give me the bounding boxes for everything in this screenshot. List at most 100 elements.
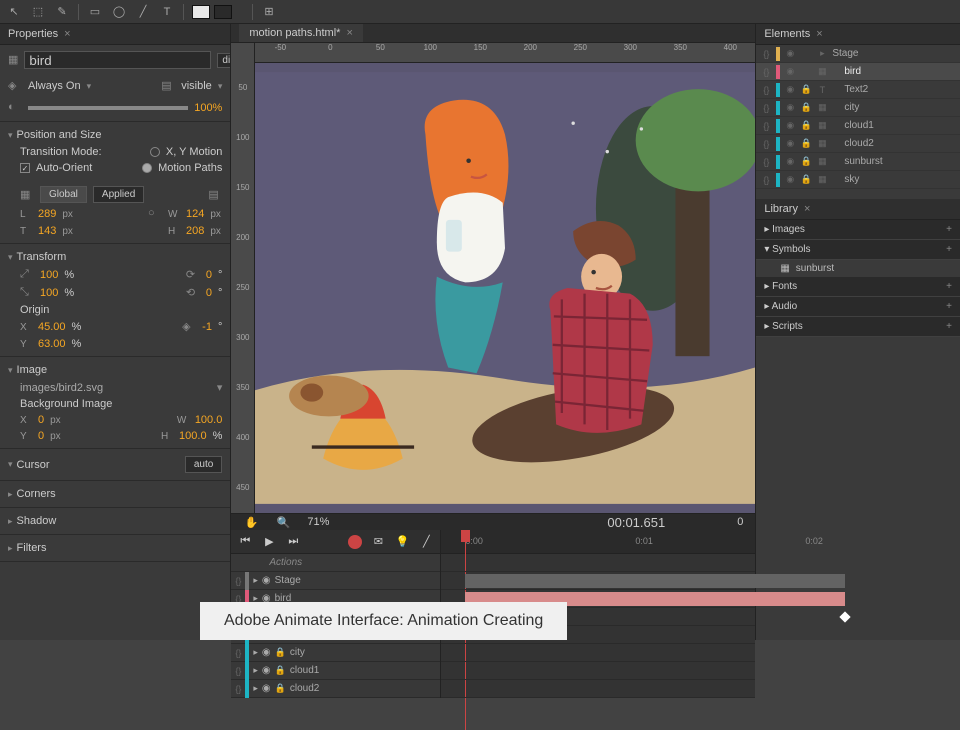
bg-x-value[interactable]: 0 <box>38 414 44 426</box>
transition-mode-label: Transition Mode: <box>20 146 102 158</box>
select-tool-icon[interactable]: ⬚ <box>30 4 46 20</box>
forward-icon[interactable]: ⏭ <box>285 534 301 550</box>
top-toolbar: ↖ ⬚ ✎ ▭ ◯ ╱ T ⊞ <box>0 0 960 24</box>
rotate-y-value[interactable]: 0 <box>206 287 212 299</box>
status-bar: ✋ 🔍 71% 00:01.651 0 <box>231 513 755 530</box>
image-path[interactable]: images/bird2.svg <box>20 382 103 394</box>
right-panels: Elements× {}◉▸Stage {}◉▦bird {}◉🔒TText2 … <box>755 24 960 640</box>
stage-track-bar[interactable] <box>465 574 845 588</box>
opacity-slider[interactable] <box>28 106 188 110</box>
properties-panel: Properties × ▦ div ▾ ◈ Always On ▾ ▤ vis… <box>0 24 231 640</box>
auto-orient-check[interactable]: ✓ <box>20 163 30 173</box>
tag-tool-icon[interactable]: ⊞ <box>261 4 277 20</box>
element-row[interactable]: {}◉🔒▦cloud2 <box>756 135 960 153</box>
shadow-header[interactable]: ▸Shadow <box>8 512 222 530</box>
record-button[interactable] <box>348 535 362 549</box>
zoom-tool-icon[interactable]: 🔍 <box>275 514 291 530</box>
cursor-header[interactable]: ▾Cursor auto <box>8 453 222 476</box>
transform-header[interactable]: ▾Transform <box>8 248 222 266</box>
element-name-input[interactable] <box>24 51 211 69</box>
ease-icon[interactable]: ╱ <box>418 534 434 550</box>
timeline-ruler[interactable]: 0:000:010:020:03 <box>441 530 755 554</box>
top-value[interactable]: 143 <box>38 225 56 237</box>
tab-motion-paths[interactable]: motion paths.html*× <box>239 24 363 42</box>
timeline-row[interactable]: {}▸◉🔒city <box>231 644 440 662</box>
rotate-y-icon: ⟲ <box>186 286 200 300</box>
timeline-row[interactable]: {}▸◉🔒cloud1 <box>231 662 440 680</box>
rewind-icon[interactable]: ⏮ <box>237 534 253 550</box>
skew-icon: ◈ <box>182 320 196 334</box>
close-icon[interactable]: × <box>804 203 810 215</box>
left-value[interactable]: 289 <box>38 208 56 220</box>
visibility-icon: ◈ <box>8 79 22 93</box>
image-header[interactable]: ▾Image <box>8 361 222 379</box>
library-section[interactable]: ▸ Images+ <box>756 220 960 240</box>
element-row[interactable]: {}◉🔒▦cloud1 <box>756 117 960 135</box>
pointer-tool-icon[interactable]: ↖ <box>6 4 22 20</box>
origin-x-value[interactable]: 45.00 <box>38 321 66 333</box>
rect-tool-icon[interactable]: ▭ <box>87 4 103 20</box>
timeline-controls: ⏮ ▶ ⏭ ✉ 💡 ╱ <box>231 530 440 554</box>
corners-header[interactable]: ▸Corners <box>8 485 222 503</box>
ellipse-tool-icon[interactable]: ◯ <box>111 4 127 20</box>
bg-image-label: Background Image <box>20 398 112 410</box>
global-button[interactable]: Global <box>40 186 87 203</box>
scale-y-value[interactable]: 100 <box>40 287 58 299</box>
cursor-auto-button[interactable]: auto <box>185 456 222 473</box>
element-row[interactable]: {}◉▸Stage <box>756 45 960 63</box>
pen-tool-icon[interactable]: ✎ <box>54 4 70 20</box>
element-row[interactable]: {}◉🔒TText2 <box>756 81 960 99</box>
motion-paths-radio[interactable] <box>142 163 152 173</box>
library-section[interactable]: ▸ Fonts+ <box>756 277 960 297</box>
origin-y-value[interactable]: 63.00 <box>38 338 66 350</box>
frame-display: 0 <box>737 516 743 528</box>
bg-y-value[interactable]: 0 <box>38 430 44 442</box>
mail-icon[interactable]: ✉ <box>370 534 386 550</box>
filters-header[interactable]: ▸Filters <box>8 539 222 557</box>
hand-tool-icon[interactable]: ✋ <box>243 514 259 530</box>
element-row[interactable]: {}◉▦bird <box>756 63 960 81</box>
library-section[interactable]: ▸ Scripts+ <box>756 317 960 337</box>
timeline-row[interactable]: {}▸◉Stage <box>231 572 440 590</box>
play-icon[interactable]: ▶ <box>261 534 277 550</box>
stroke-swatch[interactable] <box>214 5 232 19</box>
timeline-row[interactable]: {}▸◉🔒cloud2 <box>231 680 440 698</box>
close-icon[interactable]: × <box>816 28 822 40</box>
dropdown-icon[interactable]: ▾ <box>217 381 223 394</box>
library-section[interactable]: ▾ Symbols+ <box>756 240 960 260</box>
canvas-illustration <box>255 63 755 513</box>
bulb-icon[interactable]: 💡 <box>394 534 410 550</box>
element-type-select[interactable]: div <box>217 53 231 68</box>
rotate-icon: ⟳ <box>186 268 200 282</box>
text-tool-icon[interactable]: T <box>159 4 175 20</box>
align-icon[interactable]: ▤ <box>208 188 222 202</box>
canvas[interactable] <box>255 63 755 513</box>
height-value[interactable]: 208 <box>186 225 204 237</box>
xy-motion-radio[interactable] <box>150 147 160 157</box>
always-on-label: Always On <box>28 80 81 92</box>
opacity-value[interactable]: 100% <box>194 102 222 114</box>
zoom-value[interactable]: 71% <box>307 516 329 528</box>
link-icon[interactable]: ○ <box>148 207 162 221</box>
rotate-value[interactable]: 0 <box>206 269 212 281</box>
width-value[interactable]: 124 <box>186 208 204 220</box>
library-item[interactable]: ▦sunburst <box>756 260 960 277</box>
line-tool-icon[interactable]: ╱ <box>135 4 151 20</box>
bg-w-value[interactable]: 100.0 <box>195 414 223 426</box>
element-row[interactable]: {}◉🔒▦sunburst <box>756 153 960 171</box>
element-row[interactable]: {}◉🔒▦sky <box>756 171 960 189</box>
position-size-header[interactable]: ▾Position and Size <box>8 126 222 144</box>
element-row[interactable]: {}◉🔒▦city <box>756 99 960 117</box>
origin-label: Origin <box>20 304 49 316</box>
dropdown-icon[interactable]: ▾ <box>218 81 223 92</box>
bg-h-value[interactable]: 100.0 <box>179 430 207 442</box>
library-section[interactable]: ▸ Audio+ <box>756 297 960 317</box>
applied-button[interactable]: Applied <box>93 186 144 203</box>
close-tab-icon[interactable]: × <box>346 27 352 39</box>
close-icon[interactable]: × <box>64 28 70 40</box>
dropdown-icon[interactable]: ▾ <box>87 81 92 92</box>
ruler-vertical: 50100150200250300350400450 <box>231 43 255 513</box>
fill-swatch[interactable] <box>192 5 210 19</box>
skew-value[interactable]: -1 <box>202 321 212 333</box>
scale-x-value[interactable]: 100 <box>40 269 58 281</box>
